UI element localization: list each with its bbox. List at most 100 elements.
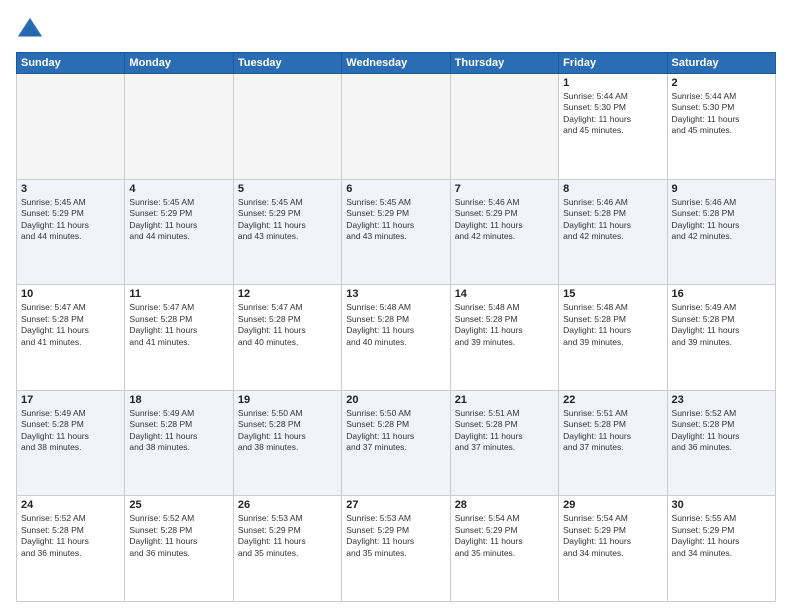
logo-icon xyxy=(16,16,44,44)
calendar-day-cell: 13Sunrise: 5:48 AMSunset: 5:28 PMDayligh… xyxy=(342,285,450,391)
day-info: Sunrise: 5:53 AMSunset: 5:29 PMDaylight:… xyxy=(346,513,445,559)
calendar-day-cell: 17 Sunrise: 5:49 AMSunset: 5:28 PMDayligh… xyxy=(17,390,125,496)
day-number: 26 xyxy=(238,499,337,511)
calendar-day-cell: 22 Sunrise: 5:51 AMSunset: 5:28 PMDayligh… xyxy=(559,390,667,496)
day-info: Sunrise: 5:52 AMSunset: 5:28 PMDaylight:… xyxy=(129,513,228,559)
day-number: 30 xyxy=(672,499,771,511)
day-info: Sunrise: 5:45 AMSunset: 5:29 PMDaylight:… xyxy=(238,197,337,243)
calendar-day-cell: 3Sunrise: 5:45 AMSunset: 5:29 PMDaylight… xyxy=(17,179,125,285)
day-number: 21 xyxy=(455,394,554,406)
day-info: Sunrise: 5:51 AMSunset: 5:28 PMDaylight:… xyxy=(455,408,554,454)
day-info: Sunrise: 5:52 AMSunset: 5:28 PMDaylight:… xyxy=(21,513,120,559)
calendar-day-cell: 30Sunrise: 5:55 AMSunset: 5:29 PMDayligh… xyxy=(667,496,775,602)
day-info: Sunrise: 5:46 AMSunset: 5:28 PMDaylight:… xyxy=(672,197,771,243)
day-number: 17 xyxy=(21,394,120,406)
header xyxy=(16,16,776,44)
calendar-day-cell: 24 Sunrise: 5:52 AMSunset: 5:28 PMDayligh… xyxy=(17,496,125,602)
day-number: 2 xyxy=(672,77,771,89)
calendar-day-header: Monday xyxy=(125,53,233,74)
calendar-day-cell: 29 Sunrise: 5:54 AMSunset: 5:29 PMDayligh… xyxy=(559,496,667,602)
calendar-table: SundayMondayTuesdayWednesdayThursdayFrid… xyxy=(16,52,776,602)
calendar-day-cell: 2 Sunrise: 5:44 AMSunset: 5:30 PMDaylight… xyxy=(667,74,775,180)
day-info: Sunrise: 5:45 AMSunset: 5:29 PMDaylight:… xyxy=(346,197,445,243)
calendar-day-cell: 25 Sunrise: 5:52 AMSunset: 5:28 PMDayligh… xyxy=(125,496,233,602)
logo xyxy=(16,16,48,44)
calendar-day-cell xyxy=(233,74,341,180)
calendar-day-cell: 12Sunrise: 5:47 AMSunset: 5:28 PMDayligh… xyxy=(233,285,341,391)
calendar-day-cell: 23 Sunrise: 5:52 AMSunset: 5:28 PMDayligh… xyxy=(667,390,775,496)
day-info: Sunrise: 5:49 AMSunset: 5:28 PMDaylight:… xyxy=(21,408,120,454)
day-number: 25 xyxy=(129,499,228,511)
calendar-day-cell: 27Sunrise: 5:53 AMSunset: 5:29 PMDayligh… xyxy=(342,496,450,602)
day-number: 11 xyxy=(129,288,228,300)
day-number: 23 xyxy=(672,394,771,406)
day-number: 18 xyxy=(129,394,228,406)
calendar-day-cell: 15 Sunrise: 5:48 AMSunset: 5:28 PMDayligh… xyxy=(559,285,667,391)
day-number: 24 xyxy=(21,499,120,511)
calendar-day-cell xyxy=(17,74,125,180)
day-number: 29 xyxy=(563,499,662,511)
day-number: 28 xyxy=(455,499,554,511)
calendar-day-cell: 19 Sunrise: 5:50 AMSunset: 5:28 PMDayligh… xyxy=(233,390,341,496)
day-info: Sunrise: 5:49 AMSunset: 5:28 PMDaylight:… xyxy=(672,302,771,348)
day-number: 12 xyxy=(238,288,337,300)
day-number: 15 xyxy=(563,288,662,300)
calendar-day-cell: 10 Sunrise: 5:47 AMSunset: 5:28 PMDayligh… xyxy=(17,285,125,391)
day-number: 10 xyxy=(21,288,120,300)
day-info: Sunrise: 5:54 AMSunset: 5:29 PMDaylight:… xyxy=(563,513,662,559)
day-info: Sunrise: 5:54 AMSunset: 5:29 PMDaylight:… xyxy=(455,513,554,559)
day-info: Sunrise: 5:46 AMSunset: 5:29 PMDaylight:… xyxy=(455,197,554,243)
calendar-day-header: Wednesday xyxy=(342,53,450,74)
day-info: Sunrise: 5:52 AMSunset: 5:28 PMDaylight:… xyxy=(672,408,771,454)
day-number: 8 xyxy=(563,183,662,195)
calendar-week-row: 17 Sunrise: 5:49 AMSunset: 5:28 PMDayligh… xyxy=(17,390,776,496)
calendar-day-cell: 20Sunrise: 5:50 AMSunset: 5:28 PMDayligh… xyxy=(342,390,450,496)
calendar-day-cell xyxy=(125,74,233,180)
calendar-day-cell: 9 Sunrise: 5:46 AMSunset: 5:28 PMDaylight… xyxy=(667,179,775,285)
calendar-day-cell: 14 Sunrise: 5:48 AMSunset: 5:28 PMDayligh… xyxy=(450,285,558,391)
day-number: 5 xyxy=(238,183,337,195)
day-number: 3 xyxy=(21,183,120,195)
day-number: 9 xyxy=(672,183,771,195)
day-number: 1 xyxy=(563,77,662,89)
day-info: Sunrise: 5:45 AMSunset: 5:29 PMDaylight:… xyxy=(129,197,228,243)
day-number: 4 xyxy=(129,183,228,195)
calendar-day-cell: 16Sunrise: 5:49 AMSunset: 5:28 PMDayligh… xyxy=(667,285,775,391)
calendar-day-cell: 4 Sunrise: 5:45 AMSunset: 5:29 PMDaylight… xyxy=(125,179,233,285)
calendar-day-cell: 6 Sunrise: 5:45 AMSunset: 5:29 PMDaylight… xyxy=(342,179,450,285)
day-info: Sunrise: 5:47 AMSunset: 5:28 PMDaylight:… xyxy=(21,302,120,348)
calendar-day-header: Friday xyxy=(559,53,667,74)
calendar-week-row: 3 Sunrise: 5:45 AMSunset: 5:29 PMDaylight… xyxy=(17,179,776,285)
day-info: Sunrise: 5:44 AMSunset: 5:30 PMDaylight:… xyxy=(563,91,662,137)
calendar-week-row: 10 Sunrise: 5:47 AMSunset: 5:28 PMDayligh… xyxy=(17,285,776,391)
day-number: 20 xyxy=(346,394,445,406)
day-info: Sunrise: 5:48 AMSunset: 5:28 PMDaylight:… xyxy=(563,302,662,348)
day-number: 22 xyxy=(563,394,662,406)
day-info: Sunrise: 5:50 AMSunset: 5:28 PMDaylight:… xyxy=(238,408,337,454)
calendar-day-cell: 7 Sunrise: 5:46 AMSunset: 5:29 PMDaylight… xyxy=(450,179,558,285)
calendar-day-cell xyxy=(450,74,558,180)
calendar-week-row: 1 Sunrise: 5:44 AMSunset: 5:30 PMDaylight… xyxy=(17,74,776,180)
calendar-day-cell: 18 Sunrise: 5:49 AMSunset: 5:28 PMDayligh… xyxy=(125,390,233,496)
calendar-day-cell: 8 Sunrise: 5:46 AMSunset: 5:28 PMDaylight… xyxy=(559,179,667,285)
calendar-day-cell: 11 Sunrise: 5:47 AMSunset: 5:28 PMDayligh… xyxy=(125,285,233,391)
day-info: Sunrise: 5:48 AMSunset: 5:28 PMDaylight:… xyxy=(346,302,445,348)
day-info: Sunrise: 5:44 AMSunset: 5:30 PMDaylight:… xyxy=(672,91,771,137)
calendar-day-cell: 5 Sunrise: 5:45 AMSunset: 5:29 PMDaylight… xyxy=(233,179,341,285)
day-number: 6 xyxy=(346,183,445,195)
calendar-day-header: Tuesday xyxy=(233,53,341,74)
day-number: 7 xyxy=(455,183,554,195)
day-info: Sunrise: 5:49 AMSunset: 5:28 PMDaylight:… xyxy=(129,408,228,454)
day-number: 14 xyxy=(455,288,554,300)
calendar-day-cell: 1 Sunrise: 5:44 AMSunset: 5:30 PMDaylight… xyxy=(559,74,667,180)
calendar-day-cell: 26Sunrise: 5:53 AMSunset: 5:29 PMDayligh… xyxy=(233,496,341,602)
day-info: Sunrise: 5:51 AMSunset: 5:28 PMDaylight:… xyxy=(563,408,662,454)
day-number: 19 xyxy=(238,394,337,406)
day-info: Sunrise: 5:48 AMSunset: 5:28 PMDaylight:… xyxy=(455,302,554,348)
calendar-day-header: Saturday xyxy=(667,53,775,74)
day-info: Sunrise: 5:47 AMSunset: 5:28 PMDaylight:… xyxy=(129,302,228,348)
calendar-header-row: SundayMondayTuesdayWednesdayThursdayFrid… xyxy=(17,53,776,74)
calendar-day-cell: 28 Sunrise: 5:54 AMSunset: 5:29 PMDayligh… xyxy=(450,496,558,602)
page: SundayMondayTuesdayWednesdayThursdayFrid… xyxy=(0,0,792,612)
day-info: Sunrise: 5:46 AMSunset: 5:28 PMDaylight:… xyxy=(563,197,662,243)
